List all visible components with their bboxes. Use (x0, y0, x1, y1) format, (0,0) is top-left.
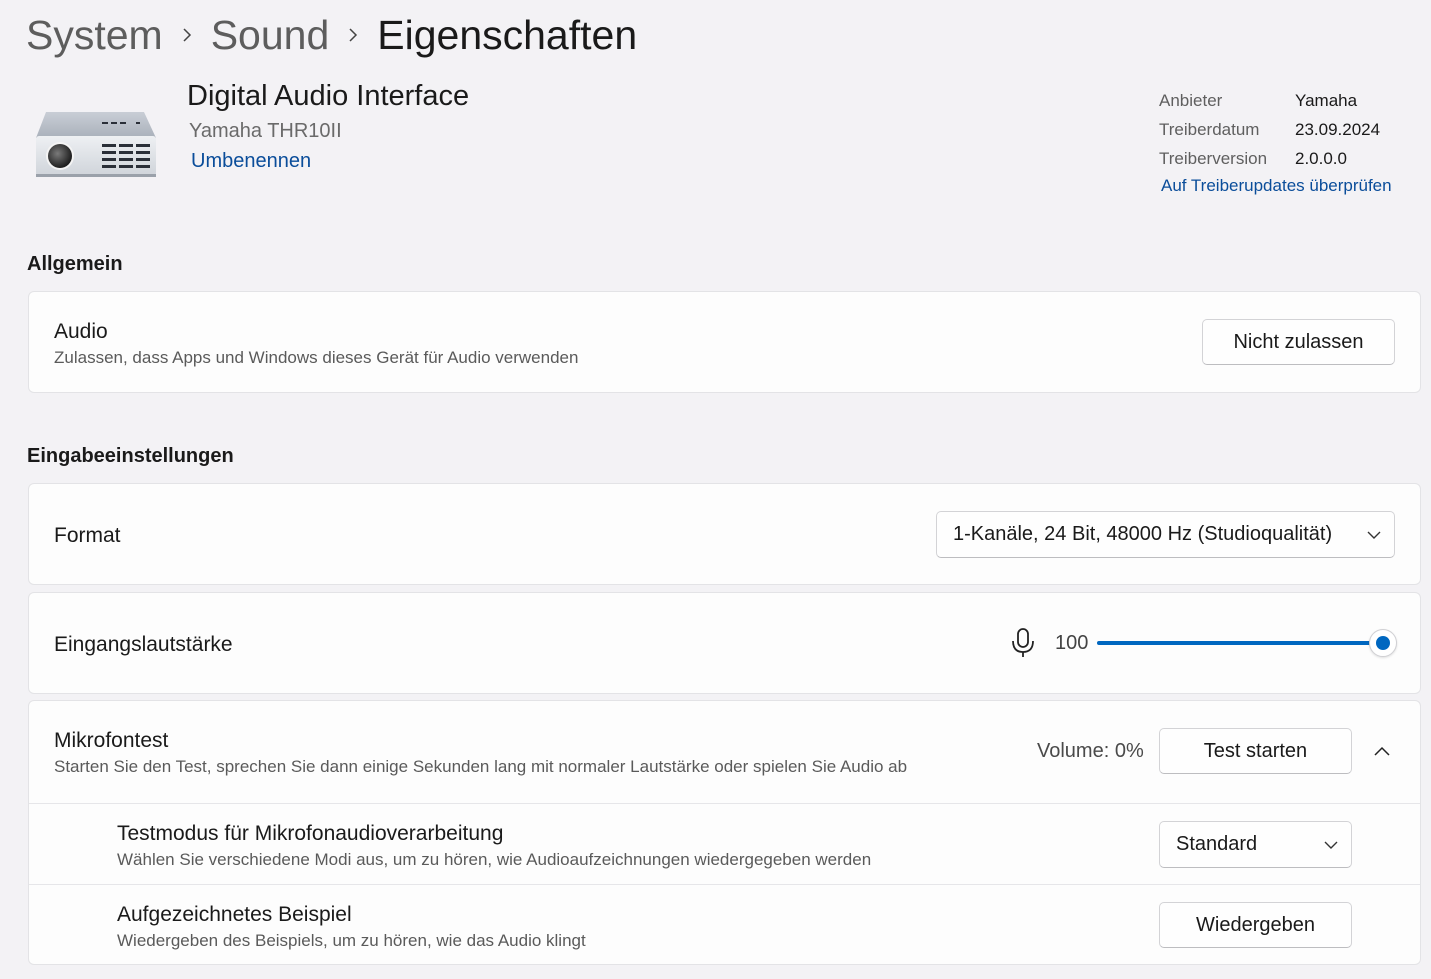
breadcrumb-eigenschaften: Eigenschaften (377, 11, 638, 58)
breadcrumb-sound[interactable]: Sound (211, 12, 330, 59)
driver-info-key: Treiberversion (1159, 148, 1268, 168)
section-title-eingabeeinstellungen: Eingabeeinstellungen (27, 445, 234, 467)
driver-info-key: Anbieter (1159, 90, 1223, 110)
microphone-icon[interactable] (1009, 627, 1037, 659)
recorded-sample-title: Aufgezeichnetes Beispiel (117, 903, 352, 926)
input-volume-slider-track[interactable] (1097, 641, 1383, 645)
mic-test-description: Starten Sie den Test, sprechen Sie dann … (54, 757, 908, 776)
input-volume-title: Eingangslautstärke (54, 633, 233, 656)
format-dropdown[interactable]: 1-Kanäle, 24 Bit, 48000 Hz (Studioqualit… (936, 511, 1395, 558)
driver-info-key: Treiberdatum (1159, 119, 1260, 139)
test-mode-selected-value: Standard (1176, 833, 1258, 855)
audio-device-icon (32, 104, 160, 184)
chevron-up-icon[interactable] (1371, 741, 1393, 763)
chevron-down-icon (1354, 528, 1394, 542)
test-mode-title: Testmodus für Mikrofonaudioverarbeitung (117, 822, 504, 845)
format-card: Format 1-Kanäle, 24 Bit, 48000 Hz (Studi… (28, 483, 1421, 585)
driver-info-value: Yamaha (1295, 90, 1358, 110)
chevron-right-icon (163, 28, 211, 42)
device-model: Yamaha THR10II (189, 120, 342, 142)
recorded-sample-description: Wiedergeben des Beispiels, um zu hören, … (117, 931, 586, 950)
device-name: Digital Audio Interface (187, 80, 470, 112)
input-volume-card: Eingangslautstärke 100 (28, 592, 1421, 694)
start-test-button[interactable]: Test starten (1159, 728, 1352, 774)
slider-thumb-dot (1376, 636, 1390, 650)
driver-info-row-anbieter: Anbieter Yamaha (1159, 86, 1380, 115)
chevron-right-icon (329, 28, 377, 42)
format-title: Format (54, 524, 121, 547)
audio-card: Audio Zulassen, dass Apps und Windows di… (28, 291, 1421, 393)
driver-info-table: Anbieter Yamaha Treiberdatum 23.09.2024 … (1159, 86, 1380, 173)
mic-test-volume-label: Volume: 0% (1037, 740, 1144, 762)
format-selected-value: 1-Kanäle, 24 Bit, 48000 Hz (Studioqualit… (953, 523, 1333, 545)
mic-test-card: Mikrofontest Starten Sie den Test, sprec… (28, 700, 1421, 965)
audio-description: Zulassen, dass Apps und Windows dieses G… (54, 348, 579, 367)
audio-title: Audio (54, 320, 108, 343)
divider (29, 803, 1420, 804)
breadcrumb-system[interactable]: System (26, 12, 163, 59)
driver-info-value: 23.09.2024 (1295, 119, 1381, 139)
input-volume-slider-thumb[interactable] (1369, 629, 1397, 657)
disallow-audio-button[interactable]: Nicht zulassen (1202, 319, 1395, 365)
section-title-allgemein: Allgemein (27, 253, 123, 275)
driver-info-value: 2.0.0.0 (1295, 148, 1347, 168)
driver-info-row-treiberversion: Treiberversion 2.0.0.0 (1159, 144, 1380, 173)
check-driver-updates-link[interactable]: Auf Treiberupdates überprüfen (1161, 176, 1392, 196)
divider (29, 884, 1420, 885)
test-mode-description: Wählen Sie verschiedene Modi aus, um zu … (117, 850, 872, 869)
mic-test-title: Mikrofontest (54, 729, 169, 752)
input-volume-value: 100 (1055, 632, 1089, 654)
driver-info-row-treiberdatum: Treiberdatum 23.09.2024 (1159, 115, 1380, 144)
rename-link[interactable]: Umbenennen (191, 150, 311, 173)
breadcrumb: System Sound Eigenschaften (26, 8, 637, 62)
test-mode-dropdown[interactable]: Standard (1159, 821, 1352, 868)
play-sample-button[interactable]: Wiedergeben (1159, 902, 1352, 948)
chevron-down-icon (1311, 838, 1351, 852)
